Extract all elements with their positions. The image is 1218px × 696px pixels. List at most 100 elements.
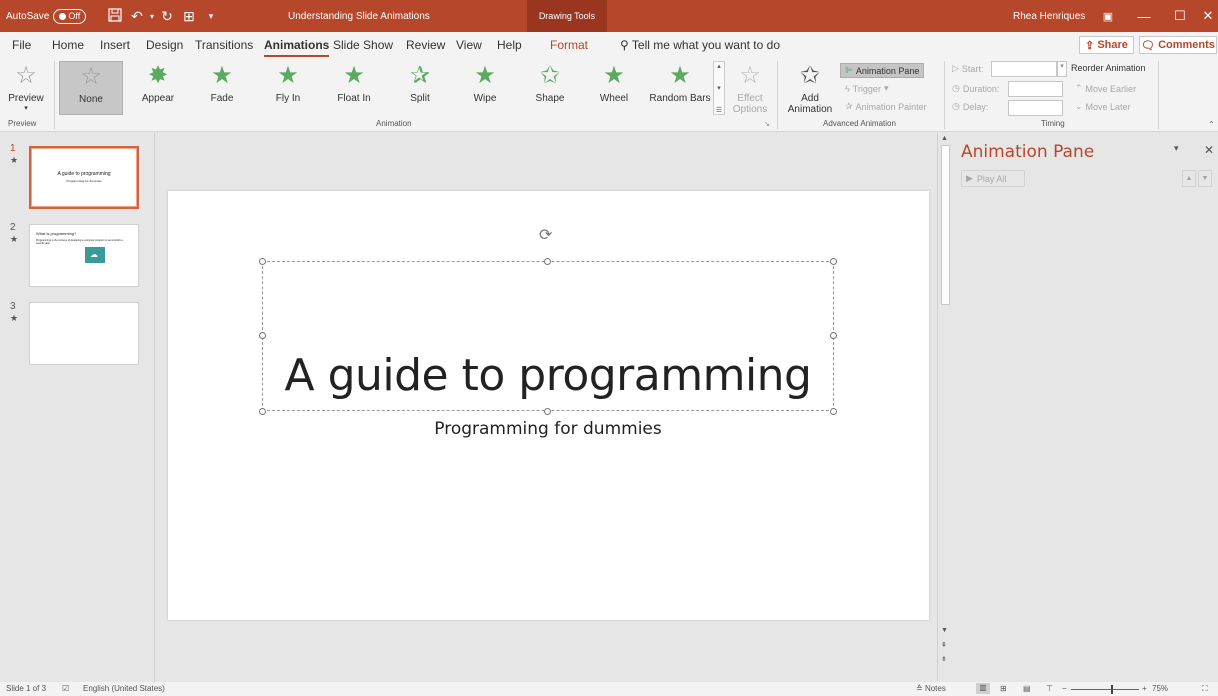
undo-dropdown-icon[interactable]: ▾ — [148, 12, 156, 21]
fit-to-window-icon[interactable]: ⛶ — [1202, 684, 1208, 694]
tab-transitions[interactable]: Transitions — [195, 38, 253, 52]
tab-review[interactable]: Review — [406, 38, 445, 52]
animation-none[interactable]: ☆ None — [59, 61, 123, 115]
thumb-2-bullet: Programming is the process of designing … — [36, 239, 123, 245]
vertical-scrollbar[interactable]: ▲ ▼ ⇞ ⇟ — [937, 133, 953, 682]
add-animation-button[interactable]: ✩ Add Animation — [784, 61, 836, 115]
tab-animations[interactable]: Animations — [264, 38, 330, 57]
language[interactable]: English (United States) — [83, 684, 165, 693]
pane-options-icon[interactable]: ▾ — [1174, 143, 1179, 154]
move-up-button[interactable]: ▲ — [1182, 170, 1196, 187]
spell-check-icon[interactable]: ☑ — [62, 684, 69, 693]
resize-handle[interactable] — [544, 408, 551, 415]
share-button[interactable]: ⇪ Share — [1079, 36, 1134, 54]
comments-button[interactable]: 🗨 Comments — [1139, 36, 1217, 54]
resize-handle[interactable] — [830, 258, 837, 265]
preview-button[interactable]: ☆ Preview ▾ — [4, 61, 48, 115]
maximize-icon[interactable]: ☐ — [1162, 8, 1198, 24]
effect-options-button[interactable]: ☆ Effect Options — [728, 61, 772, 115]
close-icon[interactable]: ✕ — [1198, 8, 1218, 24]
animation-fade[interactable]: ★ Fade — [196, 61, 248, 115]
slide-thumbnail-1[interactable]: A guide to programming Programming for d… — [29, 146, 139, 209]
tab-format[interactable]: Format — [550, 38, 588, 52]
play-all-button[interactable]: ▶ Play All — [961, 170, 1025, 187]
animation-wipe-label: Wipe — [473, 93, 497, 104]
ribbon-display-options-icon[interactable]: ▣ — [1090, 10, 1126, 23]
redo-icon[interactable]: ↻ — [156, 8, 178, 25]
user-name[interactable]: Rhea Henriques — [1013, 0, 1085, 32]
gallery-up-icon[interactable]: ▴ — [717, 62, 721, 70]
start-dropdown-icon[interactable]: ▾ — [1057, 61, 1067, 77]
animation-wheel[interactable]: ★ Wheel — [588, 61, 640, 115]
tab-file[interactable]: File — [12, 38, 31, 52]
rotate-handle-icon[interactable]: ⟳ — [539, 225, 552, 245]
zoom-slider[interactable] — [1071, 689, 1139, 690]
resize-handle[interactable] — [544, 258, 551, 265]
trigger-button[interactable]: ϟ Trigger ▾ — [845, 83, 888, 94]
zoom-in-icon[interactable]: + — [1142, 684, 1147, 693]
tab-help[interactable]: Help — [497, 38, 522, 52]
scroll-down-icon[interactable]: ▼ — [941, 627, 948, 634]
animation-wipe[interactable]: ★ Wipe — [459, 61, 511, 115]
tab-home[interactable]: Home — [52, 38, 84, 52]
resize-handle[interactable] — [259, 408, 266, 415]
present-icon[interactable]: ⊞ — [178, 8, 200, 25]
slide-thumbnail-2[interactable]: What is programming? Programming is the … — [29, 224, 139, 287]
gallery-scroll[interactable]: ▴ ▾ ☰ — [713, 61, 725, 115]
slide-thumbnail-3[interactable] — [29, 302, 139, 365]
tell-me-text: Tell me what you want to do — [631, 38, 780, 52]
resize-handle[interactable] — [830, 332, 837, 339]
resize-handle[interactable] — [259, 332, 266, 339]
animation-random-bars[interactable]: ★ Random Bars — [648, 61, 712, 115]
animation-shape-label: Shape — [535, 93, 565, 104]
close-pane-icon[interactable]: ✕ — [1204, 143, 1214, 157]
animation-split[interactable]: ✰ Split — [394, 61, 446, 115]
move-earlier-button[interactable]: ⌃ Move Earlier — [1075, 83, 1136, 94]
zoom-level[interactable]: 75% — [1152, 684, 1168, 693]
minimize-icon[interactable]: — — [1126, 9, 1162, 24]
gallery-more-icon[interactable]: ☰ — [716, 106, 722, 114]
tell-me-search[interactable]: ⚲ Tell me what you want to do — [620, 38, 780, 52]
delay-icon: ◷ — [952, 101, 960, 111]
start-select[interactable] — [991, 61, 1057, 77]
trigger-dropdown-icon: ▾ — [883, 83, 889, 93]
tab-view[interactable]: View — [456, 38, 482, 52]
slide-title[interactable]: A guide to programming — [262, 350, 834, 401]
tab-slide-show[interactable]: Slide Show — [333, 38, 393, 52]
zoom-slider-knob[interactable] — [1111, 685, 1113, 694]
next-slide-icon[interactable]: ⇟ — [941, 655, 947, 663]
animation-pane-button[interactable]: ⊫ Animation Pane — [840, 63, 925, 78]
collapse-ribbon-icon[interactable]: ⌃ — [1208, 120, 1215, 129]
animation-float-in[interactable]: ★ Float In — [327, 61, 381, 115]
animation-pane-icon: ⊫ — [845, 65, 853, 75]
customize-toolbar-icon[interactable]: ▾ — [200, 11, 222, 22]
autosave-control[interactable]: AutoSave Off — [6, 0, 87, 32]
dialog-launcher-icon[interactable]: ↘ — [764, 120, 770, 128]
move-later-button[interactable]: ⌄ Move Later — [1075, 101, 1131, 112]
move-down-button[interactable]: ▼ — [1198, 170, 1212, 187]
undo-icon[interactable]: ↶ — [126, 8, 148, 25]
scroll-thumb[interactable] — [941, 145, 950, 305]
slide-sorter-icon[interactable]: ⊞ — [1000, 684, 1007, 693]
resize-handle[interactable] — [259, 258, 266, 265]
notes-button[interactable]: ≙ Notes — [916, 684, 946, 693]
slide-show-icon[interactable]: ⊤ — [1046, 684, 1053, 693]
animation-fly-in[interactable]: ★ Fly In — [262, 61, 314, 115]
tab-design[interactable]: Design — [146, 38, 183, 52]
animation-painter-button[interactable]: ✰ Animation Painter — [845, 101, 927, 112]
scroll-up-icon[interactable]: ▲ — [941, 135, 948, 142]
gallery-down-icon[interactable]: ▾ — [717, 84, 721, 92]
animation-appear[interactable]: ✸ Appear — [132, 61, 184, 115]
previous-slide-icon[interactable]: ⇞ — [941, 641, 947, 649]
tab-insert[interactable]: Insert — [100, 38, 130, 52]
duration-input[interactable] — [1008, 81, 1063, 97]
delay-input[interactable] — [1008, 100, 1063, 116]
save-icon[interactable] — [104, 7, 126, 25]
normal-view-icon[interactable]: ▥ — [976, 683, 990, 694]
slide-subtitle[interactable]: Programming for dummies — [262, 419, 834, 439]
animation-shape[interactable]: ✩ Shape — [524, 61, 576, 115]
zoom-out-icon[interactable]: − — [1062, 684, 1067, 693]
resize-handle[interactable] — [830, 408, 837, 415]
autosave-toggle[interactable]: Off — [53, 8, 87, 24]
reading-view-icon[interactable]: ▤ — [1023, 684, 1031, 693]
